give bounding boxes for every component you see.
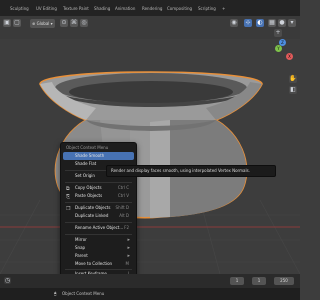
timeline-editor-icon[interactable]: ◷ xyxy=(4,277,11,284)
shading-options-icon[interactable]: ▾ xyxy=(288,19,296,27)
mouse-icon: 🖱 xyxy=(54,291,57,296)
workspace-tab-bar: Sculpting UV Editing Texture Paint Shadi… xyxy=(0,0,300,16)
status-text: Object Context Menu xyxy=(62,291,105,296)
orientation-dropdown[interactable]: ⊕ Global ▾ xyxy=(30,19,55,28)
menu-separator xyxy=(65,182,132,183)
menu-item-paste-objects[interactable]: ⎘ Paste Objects Ctrl V xyxy=(63,192,134,200)
timeline-bar: ◷ 1 1 250 xyxy=(0,274,300,288)
snap-icon[interactable]: ⌘ xyxy=(70,19,78,27)
overlays-toggle-icon[interactable]: ◐ xyxy=(256,19,264,27)
tab-scripting[interactable]: Scripting xyxy=(196,4,218,14)
submenu-arrow-icon: ▸ xyxy=(127,245,130,251)
context-menu-title: Object Context Menu xyxy=(66,145,109,150)
select-mode-icon[interactable]: ▢ xyxy=(13,19,21,27)
pan-view-icon[interactable]: ✋ xyxy=(289,75,297,83)
tab-add[interactable]: + xyxy=(220,4,227,14)
tab-compositing[interactable]: Compositing xyxy=(165,4,194,14)
zoom-icon[interactable]: + xyxy=(274,29,282,37)
camera-view-icon[interactable]: ◧ xyxy=(289,86,297,94)
menu-item-snap[interactable]: Snap ▸ xyxy=(63,244,134,252)
editor-type-icon[interactable]: ▣ xyxy=(3,19,11,27)
gizmo-toggle-icon[interactable]: ⊹ xyxy=(244,19,252,27)
gizmo-x-axis[interactable]: X xyxy=(286,53,293,60)
submenu-arrow-icon: ▸ xyxy=(127,253,130,259)
shading-solid-icon[interactable]: ● xyxy=(278,19,286,27)
gizmo-z-axis[interactable]: Z xyxy=(279,39,286,46)
tab-sculpting[interactable]: Sculpting xyxy=(8,4,31,14)
menu-item-parent[interactable]: Parent ▸ xyxy=(63,252,134,260)
start-frame-field[interactable]: 1 xyxy=(252,277,266,285)
gizmo-y-axis[interactable]: Y xyxy=(275,45,282,52)
tab-uv-editing[interactable]: UV Editing xyxy=(34,4,59,14)
menu-item-mirror[interactable]: Mirror ▸ xyxy=(63,236,134,244)
tab-animation[interactable]: Animation xyxy=(113,4,137,14)
menu-item-rename-active-object[interactable]: Rename Active Object... F2 xyxy=(63,224,134,232)
current-frame-field[interactable]: 1 xyxy=(230,277,244,285)
tab-texture-paint[interactable]: Texture Paint xyxy=(61,4,91,14)
menu-separator xyxy=(65,234,132,235)
3d-viewport[interactable]: X Y Z ✋ ◧ xyxy=(0,39,300,274)
menu-item-duplicate-objects[interactable]: ❐ Duplicate Objects Shift D xyxy=(63,204,134,212)
tooltip: Render and display faces smooth, using i… xyxy=(106,165,276,177)
tab-shading[interactable]: Shading xyxy=(92,4,112,14)
paste-icon: ⎘ xyxy=(66,194,71,200)
visibility-icon[interactable]: ◉ xyxy=(230,19,238,27)
xray-icon[interactable]: ▦ xyxy=(268,19,276,27)
object-context-menu: Object Context Menu Shade Smooth Shade F… xyxy=(60,142,137,285)
proportional-edit-icon[interactable]: ◎ xyxy=(80,19,88,27)
menu-separator xyxy=(65,202,132,203)
end-frame-field[interactable]: 250 xyxy=(274,277,294,285)
orientation-label: Global xyxy=(36,21,50,26)
navigation-gizmo[interactable]: X Y Z xyxy=(270,39,296,69)
viewport-header: ▣ ▢ ⊕ Global ▾ ⊙ ⌘ ◎ ◉ ⊹ ◐ ▦ ● ▾ + xyxy=(0,16,300,39)
menu-item-shade-smooth[interactable]: Shade Smooth xyxy=(63,152,134,160)
menu-item-copy-objects[interactable]: ⧉ Copy Objects Ctrl C xyxy=(63,184,134,192)
tab-rendering[interactable]: Rendering xyxy=(140,4,164,14)
viewport-canvas xyxy=(0,71,300,274)
status-bar: 🖱 Object Context Menu xyxy=(0,288,300,300)
pivot-icon[interactable]: ⊙ xyxy=(60,19,68,27)
menu-item-move-to-collection[interactable]: Move to Collection M xyxy=(63,260,134,268)
menu-item-duplicate-linked[interactable]: Duplicate Linked Alt D xyxy=(63,212,134,220)
submenu-arrow-icon: ▸ xyxy=(127,237,130,243)
menu-separator xyxy=(65,222,132,223)
